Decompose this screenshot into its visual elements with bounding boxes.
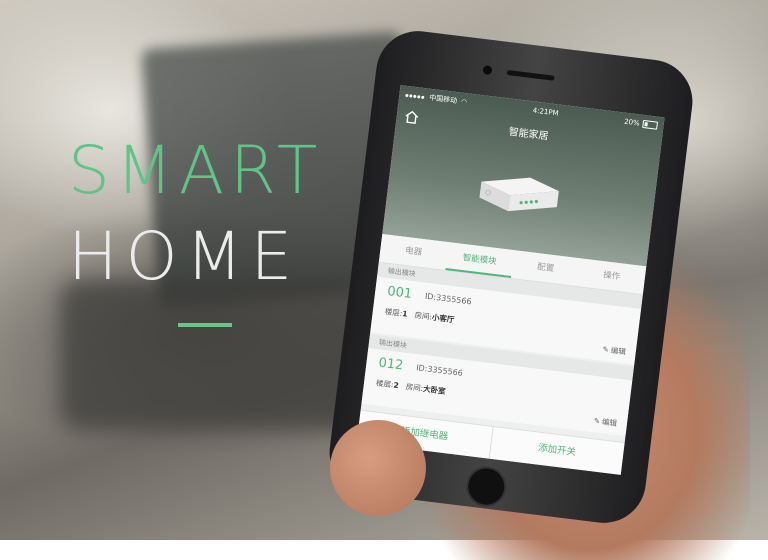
pencil-icon: ✎ xyxy=(593,416,601,426)
router-device-icon xyxy=(468,167,569,222)
edit-button[interactable]: ✎ 编辑 xyxy=(602,344,626,358)
wifi-icon: ◠ xyxy=(460,97,468,107)
phone-screen: 中国移动 ◠ 4:21PM 20% 智能家居 电器 智能模块 配置 操作 输出模… xyxy=(356,85,665,475)
pencil-icon: ✎ xyxy=(602,344,610,355)
battery-percent: 20% xyxy=(623,117,641,128)
thumb xyxy=(330,420,426,516)
battery-icon xyxy=(642,119,659,130)
hero-divider xyxy=(178,323,232,327)
module-id: ID:3355566 xyxy=(415,363,464,378)
status-time: 4:21PM xyxy=(532,106,560,118)
module-location: 楼层:2 房间:大卧室 xyxy=(375,378,447,396)
edit-button[interactable]: ✎ 编辑 xyxy=(593,415,617,429)
hero-title-home: HOME xyxy=(68,218,301,295)
carrier-label: 中国移动 xyxy=(428,93,458,106)
signal-icon xyxy=(405,91,426,101)
module-number: 012 xyxy=(377,355,405,374)
hero-title-smart: SMART xyxy=(68,132,324,209)
module-number: 001 xyxy=(386,284,413,303)
module-location: 楼层:1 房间:小客厅 xyxy=(384,306,455,325)
module-id: ID:3355566 xyxy=(424,291,473,307)
